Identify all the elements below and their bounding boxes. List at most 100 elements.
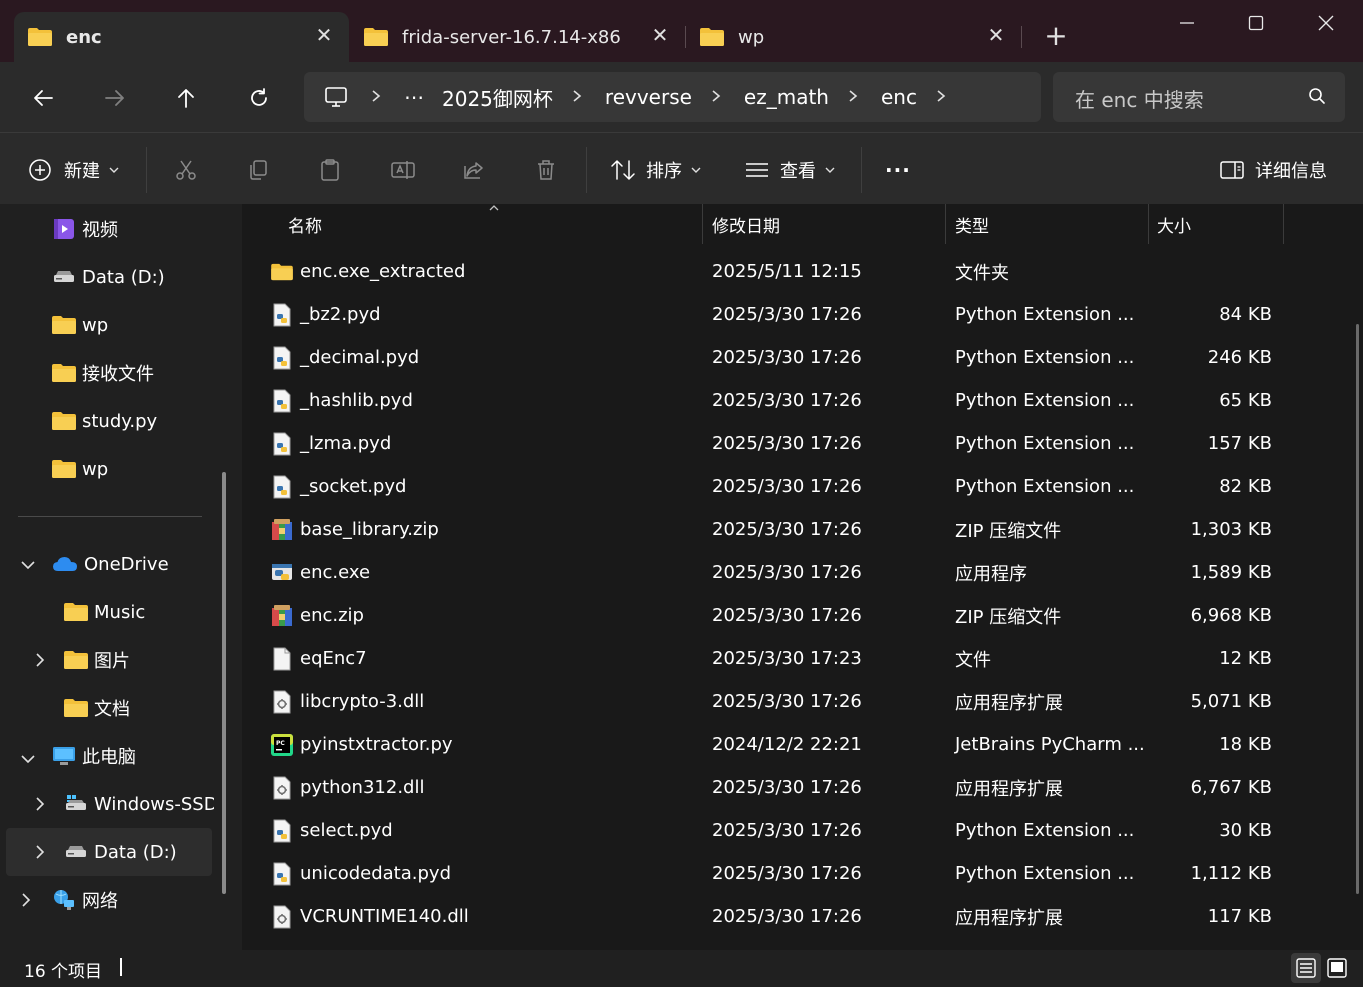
file-row[interactable]: base_library.zip 2025/3/30 17:26 ZIP 压缩文件 1… (242, 508, 1363, 551)
file-name-cell[interactable]: eqEnc7 (270, 637, 367, 680)
view-button[interactable]: 查看 (744, 151, 836, 189)
close-window-button[interactable] (1303, 6, 1349, 40)
breadcrumb-overflow[interactable]: ⋯ (404, 85, 424, 109)
copy-button[interactable] (246, 151, 270, 189)
file-name-cell[interactable]: libcrypto-3.dll (270, 680, 424, 723)
paste-button[interactable] (318, 151, 342, 189)
share-button[interactable] (462, 151, 486, 189)
column-divider[interactable] (945, 204, 946, 244)
breadcrumb-2025[interactable]: 2025御网杯 (442, 83, 553, 112)
file-row[interactable]: PC pyinstxtractor.py 2024/12/2 22:21 JetBra… (242, 723, 1363, 766)
file-name-cell[interactable]: VCRUNTIME140.dll (270, 895, 469, 938)
details-button[interactable]: 详细信息 (1219, 151, 1327, 189)
file-name-cell[interactable]: base_library.zip (270, 508, 439, 551)
tab-frida-server[interactable]: frida-server-16.7.14-x86 ✕ (350, 12, 685, 62)
rename-button[interactable] (390, 151, 416, 189)
nav-item-data-drive[interactable]: Data (D:) (52, 254, 222, 300)
tiles-view-button[interactable] (1322, 953, 1352, 983)
column-divider[interactable] (1148, 204, 1149, 244)
sidebar-scrollbar[interactable] (222, 472, 226, 894)
nav-item-network[interactable]: 网络 (52, 877, 222, 923)
file-row[interactable]: enc.zip 2025/3/30 17:26 ZIP 压缩文件 6,968 KB (242, 594, 1363, 637)
file-row[interactable]: select.pyd 2025/3/30 17:26 Python Extensio… (242, 809, 1363, 852)
details-view-button[interactable] (1291, 953, 1321, 983)
breadcrumb-revverse[interactable]: revverse (605, 85, 692, 109)
search-icon[interactable] (1307, 86, 1327, 110)
new-button[interactable]: 新建 (28, 151, 120, 189)
file-name-cell[interactable]: enc.zip (270, 594, 364, 637)
file-name-cell[interactable]: _hashlib.pyd (270, 379, 413, 422)
nav-item-documents[interactable]: 文档 (64, 685, 214, 731)
file-row[interactable]: python312.dll 2025/3/30 17:26 应用程序扩展 6,767 … (242, 766, 1363, 809)
file-row[interactable]: eqEnc7 2025/3/30 17:23 文件 12 KB (242, 637, 1363, 680)
delete-button[interactable] (534, 151, 558, 189)
column-header-size[interactable]: 大小 (1157, 204, 1191, 244)
address-bar[interactable]: ⋯ 2025御网杯 revverse ez_math enc (304, 72, 1041, 122)
nav-item-windows-ssd[interactable]: Windows-SSD (64, 781, 214, 827)
refresh-button[interactable] (241, 80, 277, 116)
chevron-right-icon[interactable] (20, 892, 32, 912)
forward-button[interactable] (97, 80, 133, 116)
column-divider[interactable] (1283, 204, 1284, 244)
file-name-cell[interactable]: unicodedata.pyd (270, 852, 451, 895)
breadcrumb-enc[interactable]: enc (881, 85, 917, 109)
file-name-cell[interactable]: select.pyd (270, 809, 393, 852)
file-row[interactable]: _bz2.pyd 2025/3/30 17:26 Python Extension … (242, 293, 1363, 336)
file-name-cell[interactable]: python312.dll (270, 766, 424, 809)
nav-item-wp[interactable]: wp (52, 302, 222, 348)
nav-item-pictures[interactable]: 图片 (64, 637, 214, 683)
file-row[interactable]: _decimal.pyd 2025/3/30 17:26 Python Extens… (242, 336, 1363, 379)
breadcrumb-ez-math[interactable]: ez_math (744, 85, 829, 109)
file-name-cell[interactable]: PC pyinstxtractor.py (270, 723, 453, 766)
nav-item-data-drive-tree[interactable]: Data (D:) (64, 829, 214, 875)
file-name-cell[interactable]: _socket.pyd (270, 465, 406, 508)
file-list-scrollbar[interactable] (1356, 324, 1359, 894)
chevron-down-icon[interactable] (20, 556, 36, 575)
chevron-right-icon[interactable] (370, 88, 382, 107)
file-row[interactable]: _socket.pyd 2025/3/30 17:26 Python Extensi… (242, 465, 1363, 508)
more-options-button[interactable]: ··· (885, 151, 911, 189)
file-name-cell[interactable]: _decimal.pyd (270, 336, 419, 379)
nav-item-received-files[interactable]: 接收文件 (52, 350, 222, 396)
back-button[interactable] (25, 80, 61, 116)
chevron-right-icon[interactable] (935, 88, 947, 107)
close-tab-icon[interactable]: ✕ (985, 24, 1007, 46)
up-button[interactable] (168, 80, 204, 116)
tab-wp[interactable]: wp ✕ (686, 12, 1021, 62)
close-tab-icon[interactable]: ✕ (313, 24, 335, 46)
tab-enc[interactable]: enc ✕ (14, 12, 349, 62)
chevron-right-icon[interactable] (847, 88, 859, 107)
file-name-cell[interactable]: _bz2.pyd (270, 293, 381, 336)
file-name-cell[interactable]: _lzma.pyd (270, 422, 391, 465)
chevron-right-icon[interactable] (34, 796, 46, 816)
file-row[interactable]: enc.exe_extracted 2025/5/11 12:15 文件夹 (242, 250, 1363, 293)
chevron-down-icon[interactable] (20, 750, 36, 769)
column-divider[interactable] (702, 204, 703, 244)
cut-button[interactable] (174, 151, 198, 189)
column-header-name[interactable]: 名称 (288, 204, 322, 244)
file-row[interactable]: VCRUNTIME140.dll 2025/3/30 17:26 应用程序扩展 117… (242, 895, 1363, 938)
nav-item-this-pc[interactable]: 此电脑 (52, 733, 222, 779)
nav-item-study-py[interactable]: study.py (52, 398, 222, 444)
nav-item-music[interactable]: Music (64, 589, 214, 635)
column-header-type[interactable]: 类型 (955, 204, 989, 244)
file-name-cell[interactable]: enc.exe_extracted (270, 250, 465, 293)
sort-button[interactable]: 排序 (610, 151, 702, 189)
chevron-right-icon[interactable] (34, 652, 46, 672)
file-row[interactable]: libcrypto-3.dll 2025/3/30 17:26 应用程序扩展 5,07… (242, 680, 1363, 723)
new-tab-button[interactable]: + (1040, 22, 1072, 54)
file-row[interactable]: _lzma.pyd 2025/3/30 17:26 Python Extension… (242, 422, 1363, 465)
maximize-button[interactable] (1233, 6, 1279, 40)
file-row[interactable]: unicodedata.pyd 2025/3/30 17:26 Python Ext… (242, 852, 1363, 895)
search-input[interactable]: 在 enc 中搜索 (1053, 72, 1345, 122)
close-tab-icon[interactable]: ✕ (649, 24, 671, 46)
nav-item-wp-2[interactable]: wp (52, 446, 222, 492)
chevron-right-icon[interactable] (571, 88, 583, 107)
file-name-cell[interactable]: enc.exe (270, 551, 370, 594)
column-header-date[interactable]: 修改日期 (712, 204, 780, 244)
chevron-right-icon[interactable] (34, 844, 46, 864)
chevron-right-icon[interactable] (710, 88, 722, 107)
nav-item-onedrive[interactable]: OneDrive (52, 541, 222, 587)
minimize-button[interactable] (1164, 6, 1210, 40)
nav-item-videos[interactable]: 视频 (52, 206, 222, 252)
